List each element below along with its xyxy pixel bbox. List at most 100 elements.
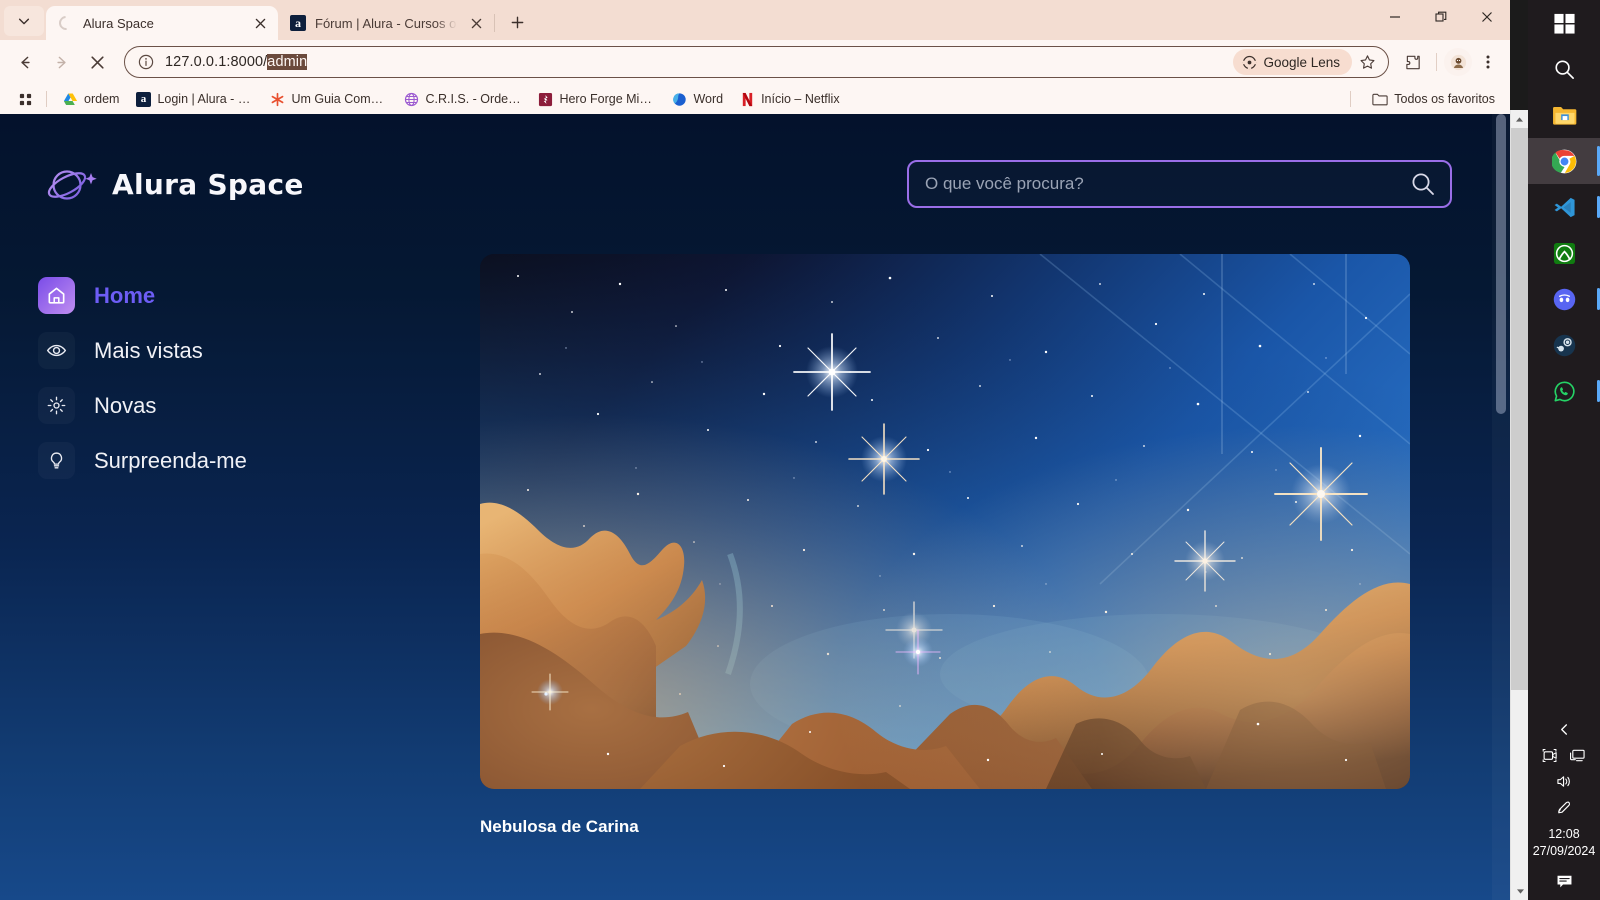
tab-title: Alura Space	[83, 15, 154, 31]
sidebar-item-label: Mais vistas	[94, 337, 203, 363]
close-button[interactable]	[1464, 0, 1510, 34]
back-button[interactable]	[8, 45, 42, 79]
alura-a-icon: a	[135, 91, 151, 107]
site-logo[interactable]: Alura Space	[42, 157, 304, 211]
clock-date: 27/09/2024	[1532, 844, 1596, 858]
google-lens-button[interactable]: Google Lens	[1233, 49, 1352, 75]
tab-alura-space[interactable]: Alura Space	[46, 6, 278, 40]
window-scrollbar-thumb[interactable]	[1511, 128, 1529, 690]
taskbar-clock[interactable]: 12:08 27/09/2024	[1533, 826, 1596, 860]
minimize-button[interactable]	[1372, 0, 1418, 34]
nebula-photo[interactable]	[480, 254, 1410, 789]
eye-icon	[38, 332, 75, 369]
all-bookmarks-label: Todos os favoritos	[1394, 92, 1495, 106]
bookmark-hero-forge[interactable]: Hero Forge Miniatu...	[530, 87, 662, 111]
sparkle-icon	[38, 387, 75, 424]
back-arrow-icon	[20, 56, 30, 68]
site-info-icon[interactable]	[137, 53, 155, 71]
close-icon	[255, 18, 265, 28]
tab-search-button[interactable]	[4, 6, 44, 36]
search-icon[interactable]	[1410, 171, 1436, 197]
extensions-button[interactable]	[1397, 46, 1429, 78]
bookmark-label: Início – Netflix	[761, 92, 840, 106]
tray-icons-row-2	[1528, 768, 1600, 794]
bookmark-guia-completo[interactable]: Um Guia Completo...	[262, 87, 394, 111]
chrome-menu-button[interactable]	[1474, 46, 1502, 78]
scroll-down-button[interactable]	[1511, 882, 1529, 900]
bookmark-login-alura[interactable]: a Login | Alura - Curs...	[128, 87, 260, 111]
page-scrollbar-thumb[interactable]	[1496, 114, 1506, 414]
bookmark-label: Um Guia Completo...	[291, 92, 388, 106]
search-input[interactable]	[925, 174, 1410, 194]
forward-button[interactable]	[44, 45, 78, 79]
tray-icons-row-3	[1528, 794, 1600, 820]
volume-icon[interactable]	[1556, 774, 1573, 789]
asterisk-icon	[269, 91, 285, 107]
sidebar-item-home[interactable]: Home	[38, 268, 480, 323]
gallery-card[interactable]: Nebulosa de Carina	[480, 254, 1410, 837]
sidebar-item-surpreenda-me[interactable]: Surpreenda-me	[38, 433, 480, 488]
info-circle-icon	[138, 54, 154, 70]
start-button[interactable]	[1528, 0, 1600, 46]
notification-icon[interactable]	[1555, 873, 1574, 890]
window-scrollbar[interactable]	[1510, 110, 1529, 900]
bookmark-netflix[interactable]: Início – Netflix	[732, 87, 847, 111]
forward-arrow-icon	[56, 56, 66, 68]
stop-loading-button[interactable]	[80, 45, 114, 79]
taskbar-steam[interactable]	[1528, 322, 1600, 368]
steam-icon	[1553, 334, 1575, 356]
new-tab-button[interactable]	[501, 7, 533, 37]
bookmark-word[interactable]: Word	[664, 87, 730, 111]
lens-label: Google Lens	[1263, 54, 1340, 70]
gallery-content: Nebulosa de Carina	[480, 254, 1492, 837]
search-box[interactable]	[907, 160, 1452, 208]
taskbar-whatsapp[interactable]	[1528, 368, 1600, 414]
taskbar-chrome[interactable]	[1528, 138, 1600, 184]
scroll-up-button[interactable]	[1511, 110, 1528, 128]
bookmark-star-button[interactable]	[1352, 47, 1382, 77]
bookmark-label: Login | Alura - Curs...	[157, 92, 254, 106]
google-lens-icon	[1243, 55, 1257, 69]
site-logo-text: Alura Space	[112, 167, 304, 201]
pen-icon[interactable]	[1556, 800, 1573, 815]
loading-spinner-icon	[56, 13, 76, 33]
discord-icon	[1553, 288, 1575, 310]
tray-expand-button[interactable]	[1558, 723, 1571, 736]
tab-close-button[interactable]	[466, 13, 486, 33]
chevron-down-icon	[1516, 888, 1524, 894]
taskbar-discord[interactable]	[1528, 276, 1600, 322]
globe-purple-icon	[403, 91, 419, 107]
bookmark-cris-ordem[interactable]: C.R.I.S. - Ordem Par...	[396, 87, 528, 111]
page-scrollbar[interactable]	[1492, 114, 1510, 900]
close-icon	[471, 18, 481, 28]
display-icon[interactable]	[1569, 748, 1586, 763]
restore-button[interactable]	[1418, 0, 1464, 34]
clock-time: 12:08	[1548, 827, 1580, 841]
address-bar[interactable]: 127.0.0.1:8000/admin Google Lens	[124, 46, 1389, 78]
alura-a-icon: a	[290, 15, 306, 31]
url-selected-text: admin	[267, 54, 308, 70]
taskbar-xbox[interactable]	[1528, 230, 1600, 276]
bookmark-ordem[interactable]: ordem	[55, 87, 126, 111]
sidebar-nav: Home Mais vistas Novas Surpreenda-me	[0, 254, 480, 837]
taskbar-file-explorer[interactable]	[1528, 92, 1600, 138]
sidebar-item-mais-vistas[interactable]: Mais vistas	[38, 323, 480, 378]
tab-title: Fórum | Alura - Cursos online d	[315, 15, 457, 31]
url-text[interactable]: 127.0.0.1:8000/admin	[165, 54, 1233, 70]
chrome-icon	[1551, 149, 1576, 173]
stop-loading-icon	[90, 55, 104, 69]
taskbar-search-button[interactable]	[1528, 46, 1600, 92]
camera-icon[interactable]	[1542, 748, 1559, 763]
url-prefix: 127.0.0.1:8000/	[165, 54, 268, 70]
all-bookmarks-button[interactable]: Todos os favoritos	[1365, 87, 1502, 111]
taskbar-vscode[interactable]	[1528, 184, 1600, 230]
profile-avatar[interactable]	[1444, 48, 1472, 76]
sidebar-item-novas[interactable]: Novas	[38, 378, 480, 433]
tab-forum-alura[interactable]: a Fórum | Alura - Cursos online d	[278, 6, 494, 40]
search-icon	[1554, 59, 1574, 79]
sidebar-item-label: Novas	[94, 392, 157, 418]
bookmark-label: C.R.I.S. - Ordem Par...	[425, 92, 521, 106]
apps-shortcut-button[interactable]	[12, 87, 38, 111]
bookmark-label: Hero Forge Miniatu...	[559, 92, 656, 106]
tab-close-button[interactable]	[250, 13, 270, 33]
